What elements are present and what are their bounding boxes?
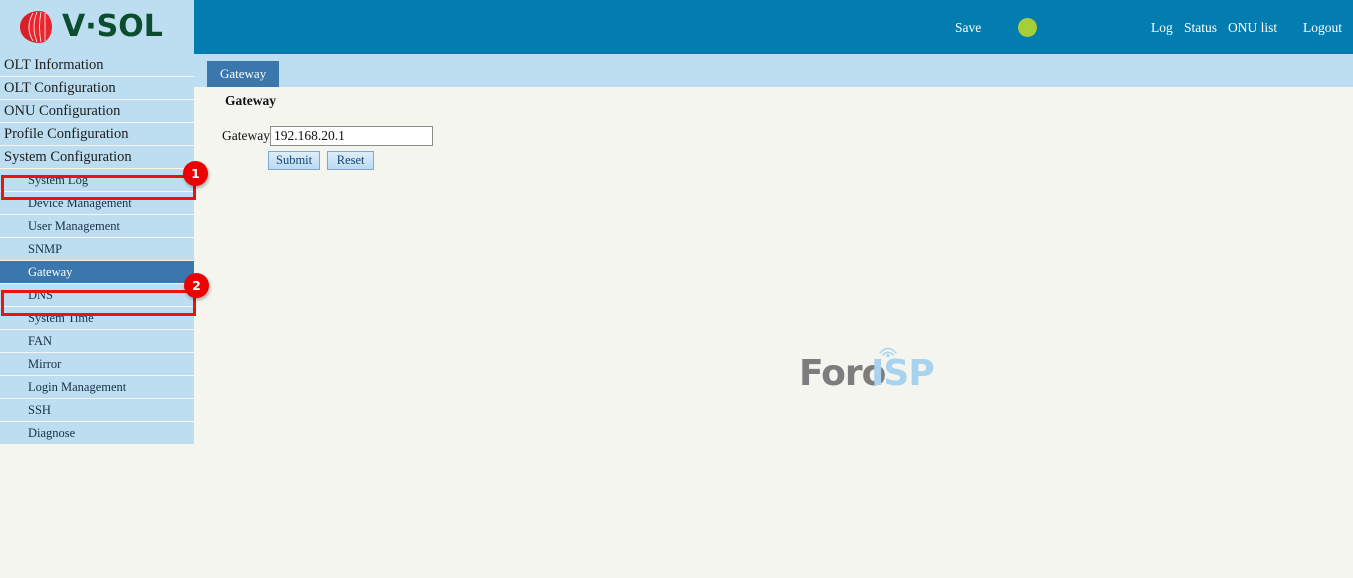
- submit-button[interactable]: Submit: [268, 151, 321, 170]
- sidebar-item-snmp[interactable]: SNMP: [0, 238, 194, 261]
- brand-name: V·SOL: [62, 9, 163, 44]
- sidebar-item-login-management[interactable]: Login Management: [0, 376, 194, 399]
- watermark-text-isp: ISP: [871, 353, 935, 394]
- page-title: Gateway: [225, 93, 276, 108]
- annotation-badge-1: 1: [183, 161, 208, 186]
- sidebar-item-device-management[interactable]: Device Management: [0, 192, 194, 215]
- annotation-badge-2: 2: [184, 273, 209, 298]
- gateway-input[interactable]: [269, 126, 433, 146]
- nav-link-logout[interactable]: Logout: [1303, 20, 1342, 36]
- brand-logo: V·SOL: [0, 0, 194, 54]
- green-status-dot-icon: [1018, 18, 1037, 37]
- nav-link-status[interactable]: Status: [1184, 20, 1217, 36]
- sidebar-item-diagnose[interactable]: Diagnose: [0, 422, 194, 445]
- sidebar-item-ssh[interactable]: SSH: [0, 399, 194, 422]
- antenna-signal-icon: [875, 340, 901, 362]
- sidebar-item-profile-configuration[interactable]: Profile Configuration: [0, 123, 194, 146]
- page-root: V·SOL Save Log Status ONU list Logout Ga…: [0, 0, 1353, 578]
- vsol-sphere-logo-icon: [17, 10, 57, 44]
- sidebar-item-onu-configuration[interactable]: ONU Configuration: [0, 100, 194, 123]
- tab-gateway[interactable]: Gateway: [207, 61, 280, 87]
- gateway-field-label: Gateway: [222, 128, 270, 143]
- top-header-bar: V·SOL Save Log Status ONU list Logout: [0, 0, 1353, 54]
- watermark-text-foro: Foro: [799, 353, 886, 394]
- nav-link-log[interactable]: Log: [1151, 20, 1173, 36]
- foroisp-watermark: Foro ISP: [799, 347, 949, 395]
- sidebar-item-mirror[interactable]: Mirror: [0, 353, 194, 376]
- reset-button[interactable]: Reset: [327, 151, 375, 170]
- sidebar-item-dns[interactable]: DNS: [0, 284, 194, 307]
- gateway-form-row: Gateway: [222, 126, 433, 146]
- sidebar-item-system-log[interactable]: System Log: [0, 169, 194, 192]
- form-button-row: Submit Reset: [268, 151, 375, 170]
- sidebar-item-olt-configuration[interactable]: OLT Configuration: [0, 77, 194, 100]
- nav-link-onu-list[interactable]: ONU list: [1228, 20, 1277, 36]
- sidebar-item-user-management[interactable]: User Management: [0, 215, 194, 238]
- sidebar-item-gateway[interactable]: Gateway: [0, 261, 194, 284]
- sidebar-item-fan[interactable]: FAN: [0, 330, 194, 353]
- main-content: Gateway Gateway Submit Reset Foro ISP: [194, 87, 1353, 578]
- sidebar-item-system-time[interactable]: System Time: [0, 307, 194, 330]
- tab-strip: Gateway: [194, 54, 1353, 87]
- save-button[interactable]: Save: [955, 20, 981, 36]
- sidebar-nav: OLT Information OLT Configuration ONU Conf…: [0, 54, 194, 476]
- sidebar-item-system-configuration[interactable]: System Configuration: [0, 146, 194, 169]
- sidebar-item-olt-information[interactable]: OLT Information: [0, 54, 194, 77]
